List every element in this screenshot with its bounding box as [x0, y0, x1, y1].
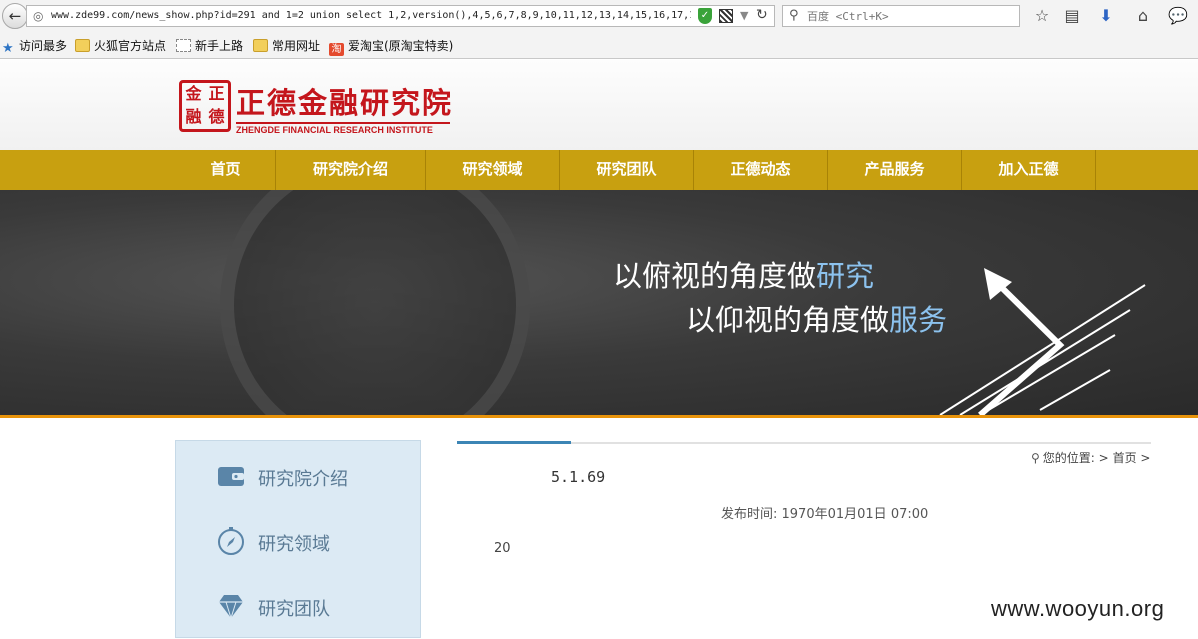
watermark: www.wooyun.org: [991, 596, 1165, 621]
download-icon[interactable]: ⬇: [1095, 5, 1117, 27]
nav-news[interactable]: 正德动态: [694, 150, 828, 190]
bookmark-ai-taobao[interactable]: 淘爱淘宝(原淘宝特卖): [329, 38, 453, 56]
url-text[interactable]: www.zde99.com/news_show.php?id=291 and 1…: [51, 10, 691, 21]
nav-join[interactable]: 加入正德: [962, 150, 1096, 190]
bookmark-common-sites[interactable]: 常用网址: [253, 38, 320, 54]
hero-banner: 以俯视的角度做研究 以仰视的角度做服务: [0, 190, 1198, 418]
bookmark-most-visited[interactable]: ★ 访问最多: [2, 38, 67, 56]
search-box[interactable]: ⚲: [782, 5, 1020, 27]
location-pin-icon: ⚲: [1031, 451, 1040, 465]
nav-products[interactable]: 产品服务: [828, 150, 962, 190]
article-title: 5.1.69: [551, 468, 606, 486]
bookmarks-bar: ★ 访问最多 火狐官方站点 新手上路 常用网址 淘爱淘宝(原淘宝特卖): [0, 32, 1198, 59]
search-input[interactable]: [807, 9, 1012, 24]
breadcrumb: ⚲ 您的位置: > 首页 >: [1031, 451, 1151, 465]
bookmark-getting-started[interactable]: 新手上路: [176, 38, 243, 54]
folder-icon: [75, 39, 90, 52]
arrow-graphic: [939, 268, 1146, 415]
banner-slogan-1: 以俯视的角度做研究: [613, 259, 875, 293]
url-bar[interactable]: ◎ www.zde99.com/news_show.php?id=291 and…: [26, 5, 775, 27]
breadcrumb-home-link[interactable]: 首页: [1113, 451, 1137, 465]
article-body: 20: [494, 541, 511, 556]
publish-time: 发布时间: 1970年01月01日 07:00: [721, 507, 929, 522]
site-header: 金 正 融 德 正德金融研究院 ZHENGDE FINANCIAL RESEAR…: [0, 60, 1198, 150]
shield-icon[interactable]: ✓: [698, 8, 712, 24]
nav-research-team[interactable]: 研究团队: [560, 150, 694, 190]
content-divider-accent: [457, 441, 571, 444]
logo-seal[interactable]: 金 正 融 德: [179, 80, 231, 132]
bookmark-star-icon[interactable]: ☆: [1031, 5, 1053, 27]
sidebar-item-research-team[interactable]: 研究团队: [176, 573, 420, 639]
page-icon: [176, 39, 191, 52]
chevron-down-icon[interactable]: ▼: [740, 9, 748, 22]
nav-research-areas[interactable]: 研究领域: [426, 150, 560, 190]
nav-home[interactable]: 首页: [176, 150, 276, 190]
bookmark-firefox-official[interactable]: 火狐官方站点: [75, 38, 166, 54]
wallet-icon: [218, 467, 244, 486]
watch-image: [220, 190, 530, 415]
reload-icon[interactable]: ↻: [756, 7, 768, 23]
compass-icon: [218, 527, 244, 555]
site-name[interactable]: 正德金融研究院: [236, 80, 453, 122]
banner-slogan-2: 以仰视的角度做服务: [686, 303, 948, 337]
taobao-icon: 淘: [329, 43, 344, 56]
globe-icon: ◎: [33, 9, 44, 23]
nav-about[interactable]: 研究院介绍: [276, 150, 426, 190]
home-icon[interactable]: ⌂: [1132, 5, 1154, 27]
qr-code-icon[interactable]: [719, 9, 733, 23]
diamond-icon: [219, 595, 243, 620]
sidebar-item-about[interactable]: 研究院介绍: [176, 443, 420, 509]
sidebar-item-research-areas[interactable]: 研究领域: [176, 508, 420, 574]
search-icon: ⚲: [789, 8, 799, 23]
bookmarks-list-icon[interactable]: ▤: [1061, 5, 1083, 27]
folder-icon: [253, 39, 268, 52]
sidebar: 研究院介绍 研究领域 研究团队: [175, 440, 421, 638]
back-button[interactable]: ←: [2, 3, 28, 29]
site-name-english: ZHENGDE FINANCIAL RESEARCH INSTITUTE: [236, 122, 450, 135]
browser-toolbar: ← ◎ www.zde99.com/news_show.php?id=291 a…: [0, 0, 1198, 32]
main-nav: 首页 研究院介绍 研究领域 研究团队 正德动态 产品服务 加入正德: [0, 150, 1198, 190]
star-icon: ★: [2, 41, 14, 56]
chat-icon[interactable]: 💬: [1167, 5, 1189, 27]
